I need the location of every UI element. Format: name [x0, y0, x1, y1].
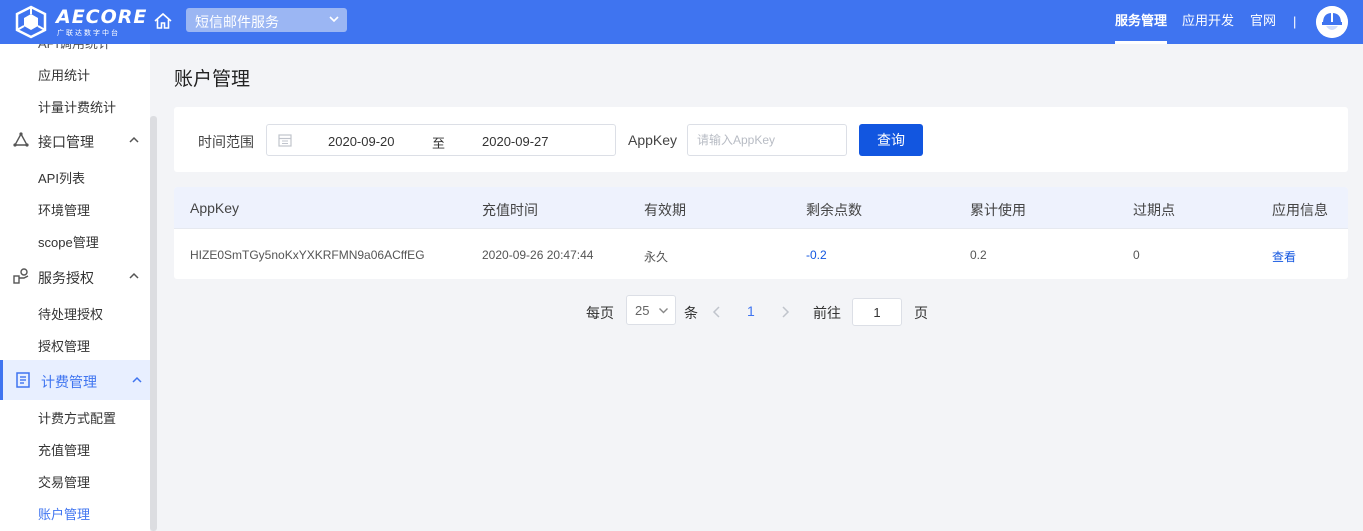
chevron-down-icon — [329, 16, 339, 23]
column-header-expired-points: 过期点 — [1133, 202, 1175, 218]
cell-recharge-time: 2020-09-26 20:47:44 — [482, 248, 594, 262]
logo[interactable]: AECORE 广联达数字中台 — [14, 4, 146, 40]
nav-separator: | — [1293, 14, 1297, 29]
sidebar-item-account-management[interactable]: 账户管理 — [38, 504, 90, 523]
sidebar-group-interface[interactable]: 接口管理 — [0, 124, 150, 156]
column-header-appkey: AppKey — [190, 200, 240, 216]
sidebar-group-service-auth[interactable]: 服务授权 — [0, 260, 150, 292]
sidebar-group-label: 计费管理 — [41, 374, 97, 390]
cell-validity: 永久 — [644, 250, 669, 264]
prev-page-icon[interactable] — [711, 305, 723, 319]
date-range-picker[interactable]: 2020-09-20 至 2020-09-27 — [266, 124, 616, 156]
nav-official-site[interactable]: 官网 — [1250, 0, 1276, 44]
logo-cube-icon — [15, 5, 47, 39]
range-separator: 至 — [432, 136, 446, 151]
per-page-label: 每页 — [586, 305, 614, 321]
calendar-icon — [278, 134, 292, 147]
goto-label: 前往 — [813, 305, 841, 321]
sidebar-item-recharge[interactable]: 充值管理 — [38, 440, 90, 459]
appkey-label: AppKey — [628, 132, 678, 148]
column-header-recharge-time: 充值时间 — [482, 202, 538, 218]
query-button[interactable]: 查询 — [859, 124, 923, 156]
view-app-info-link[interactable]: 查看 — [1272, 248, 1296, 265]
nav-app-development[interactable]: 应用开发 — [1182, 0, 1234, 44]
page-title: 账户管理 — [174, 69, 251, 90]
sidebar-item-auth-management[interactable]: 授权管理 — [38, 336, 90, 355]
logo-text: AECORE — [56, 6, 148, 28]
sidebar-item-app-stats[interactable]: 应用统计 — [38, 65, 90, 84]
column-header-total-used: 累计使用 — [970, 202, 1026, 218]
sidebar-group-billing[interactable]: 计费管理 — [0, 360, 150, 400]
sidebar-group-label: 服务授权 — [38, 270, 94, 286]
chevron-up-icon — [129, 272, 139, 279]
sidebar-item-transactions[interactable]: 交易管理 — [38, 472, 90, 491]
cell-expired-points: 0 — [1133, 248, 1140, 262]
column-header-remaining-points: 剩余点数 — [806, 202, 862, 218]
page-label: 页 — [914, 305, 928, 321]
filter-card: 时间范围 2020-09-20 至 2020-09-27 AppKey 查询 — [174, 107, 1348, 172]
nav-service-management[interactable]: 服务管理 — [1115, 0, 1168, 44]
sidebar-item-api-stats[interactable]: API调用统计 — [38, 44, 111, 52]
billing-doc-icon — [16, 372, 30, 388]
sidebar-item-billing-stats[interactable]: 计量计费统计 — [38, 97, 116, 116]
chevron-up-icon — [129, 136, 139, 143]
table-header: AppKey 充值时间 有效期 剩余点数 累计使用 过期点 应用信息 — [174, 187, 1348, 229]
sidebar-item-billing-config[interactable]: 计费方式配置 — [38, 408, 116, 427]
sidebar-item-pending-auth[interactable]: 待处理授权 — [38, 304, 103, 323]
start-date[interactable]: 2020-09-20 — [328, 134, 395, 149]
cell-remaining-points: -0.2 — [806, 248, 827, 262]
end-date[interactable]: 2020-09-27 — [482, 134, 549, 149]
sidebar-group-label: 接口管理 — [38, 134, 94, 150]
interface-icon — [13, 132, 29, 147]
goto-page-input[interactable] — [852, 298, 902, 326]
service-select-value: 短信邮件服务 — [195, 14, 279, 30]
page-size-select[interactable]: 25 — [626, 295, 676, 325]
column-header-validity: 有效期 — [644, 202, 686, 218]
service-auth-icon — [13, 268, 29, 284]
time-range-label: 时间范围 — [198, 134, 254, 150]
sidebar-item-api-list[interactable]: API列表 — [38, 168, 85, 187]
page-size-value: 25 — [635, 303, 650, 318]
chevron-down-icon — [659, 308, 668, 314]
logo-subtitle: 广联达数字中台 — [57, 30, 120, 37]
sidebar-item-scope-management[interactable]: scope管理 — [38, 232, 99, 251]
cell-total-used: 0.2 — [970, 248, 987, 262]
home-icon[interactable] — [153, 11, 173, 31]
unit-label: 条 — [684, 305, 698, 321]
account-table: AppKey 充值时间 有效期 剩余点数 累计使用 过期点 应用信息 HIZE0… — [174, 187, 1348, 279]
column-header-app-info: 应用信息 — [1272, 202, 1328, 218]
next-page-icon[interactable] — [779, 305, 791, 319]
page-number-current[interactable]: 1 — [747, 303, 755, 319]
chevron-up-icon — [132, 376, 142, 383]
appkey-input[interactable] — [687, 124, 847, 156]
service-select[interactable]: 短信邮件服务 — [186, 8, 347, 32]
avatar[interactable] — [1316, 6, 1348, 38]
top-bar: AECORE 广联达数字中台 短信邮件服务 服务管理 应用开发 官网 | — [0, 0, 1363, 44]
cell-appkey: HIZE0SmTGy5noKxYXKRFMN9a06ACffEG — [190, 248, 425, 262]
sidebar-item-env-management[interactable]: 环境管理 — [38, 200, 90, 219]
sidebar-scrollbar[interactable] — [150, 116, 157, 531]
sidebar: API调用统计 应用统计 计量计费统计 接口管理 API列表 环境管理 scop… — [0, 44, 150, 531]
user-helmet-icon — [1316, 6, 1348, 38]
